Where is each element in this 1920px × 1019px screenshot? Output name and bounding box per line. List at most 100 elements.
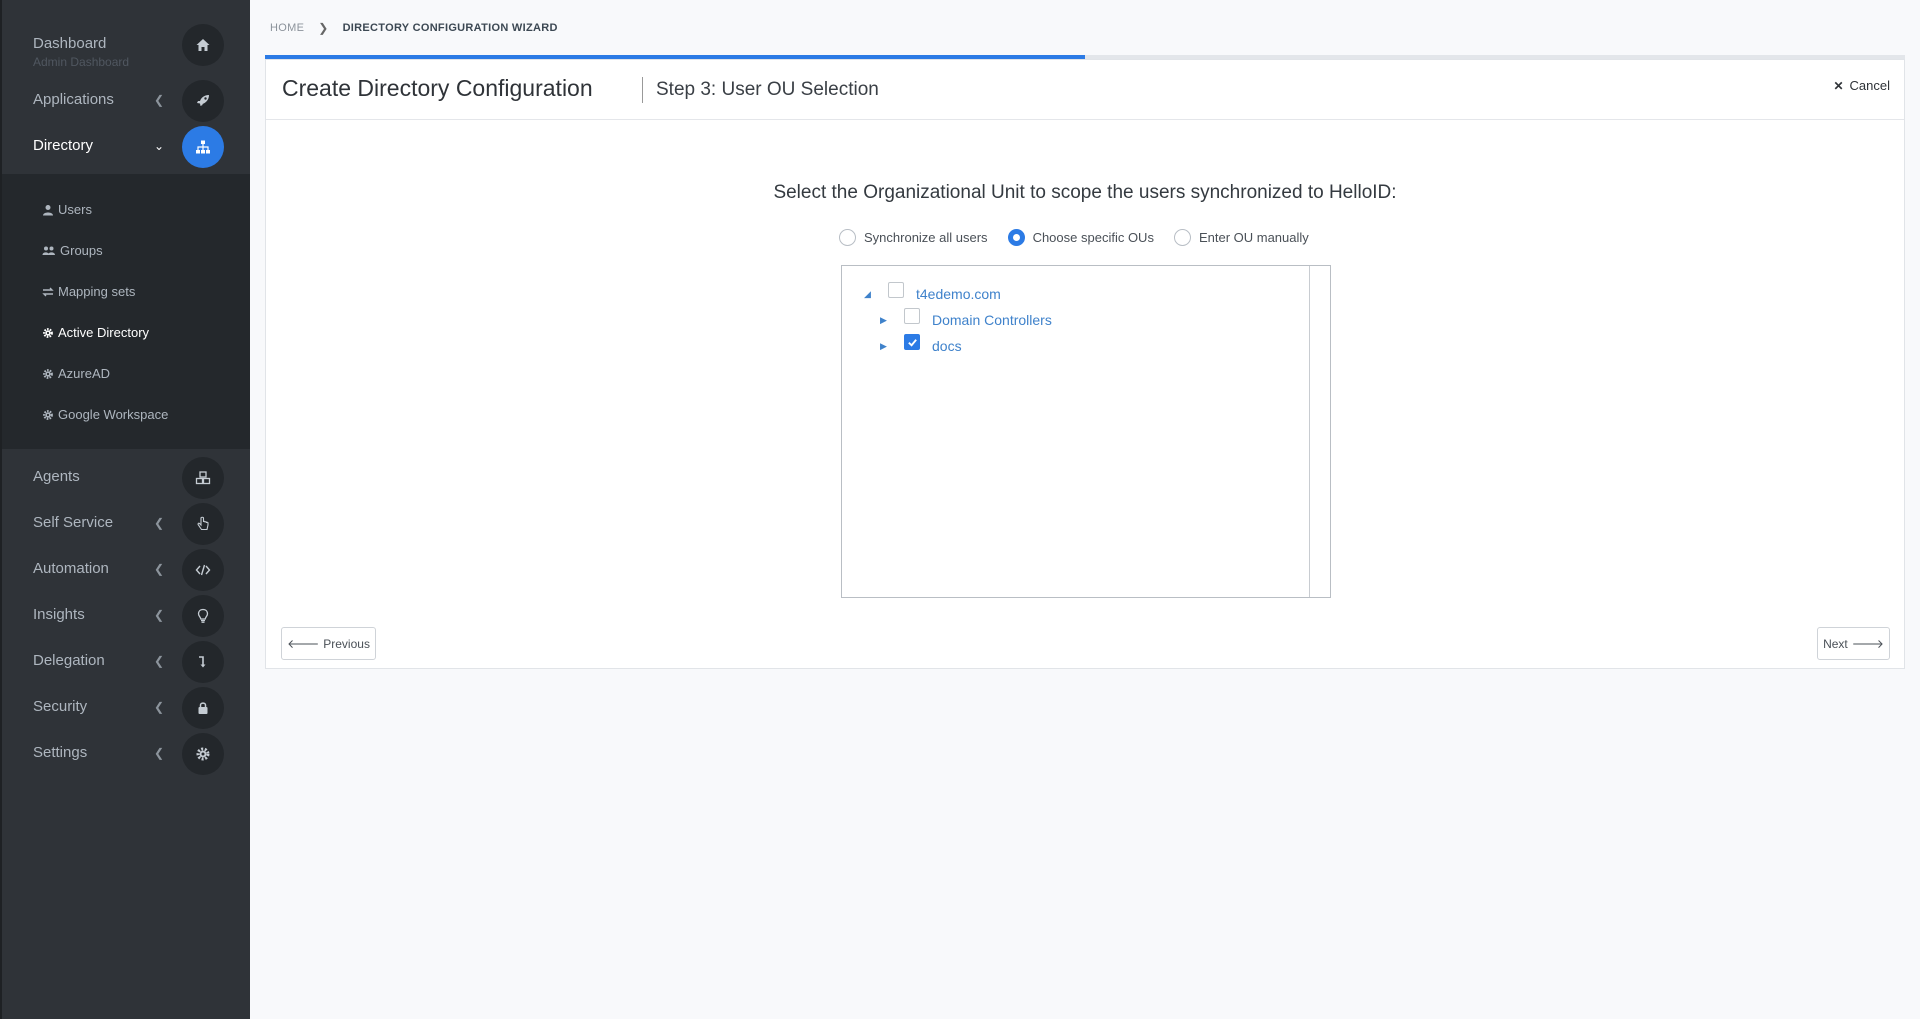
radio-label: Choose specific OUs (1032, 230, 1154, 245)
code-icon[interactable] (182, 549, 224, 591)
tree-checkbox-checked[interactable] (904, 334, 920, 350)
cancel-button[interactable]: ✕ Cancel (1833, 78, 1890, 93)
wizard-header: Create Directory Configuration Step 3: U… (266, 60, 1904, 120)
gear-icon (43, 327, 53, 338)
users-icon (42, 246, 55, 255)
gear-icon[interactable] (182, 733, 224, 775)
nav-dashboard[interactable]: Dashboard Admin Dashboard (2, 22, 250, 69)
breadcrumb-home[interactable]: HOME (270, 22, 304, 34)
sidebar-item-google-workspace[interactable]: Google Workspace (42, 407, 168, 422)
tree-expand-icon[interactable]: ▶ (880, 315, 890, 326)
ou-tree[interactable]: ◢ t4edemo.com ▶ Domain Controllers ▶ doc… (841, 265, 1331, 598)
nav-settings-label: Settings (33, 744, 88, 761)
breadcrumb: HOME ❯ DIRECTORY CONFIGURATION WIZARD (270, 21, 558, 35)
chevron-down-icon: ⌄ (153, 139, 165, 153)
step-subtitle: Step 3: User OU Selection (656, 79, 879, 100)
radio-synchronize-all-users[interactable]: Synchronize all users (839, 229, 988, 246)
title-divider (642, 77, 643, 103)
radio-circle[interactable] (1173, 229, 1191, 246)
radio-enter-ou-manually[interactable]: Enter OU manually (1173, 229, 1309, 246)
sidebar-item-mapping-sets[interactable]: Mapping sets (42, 284, 135, 299)
nav-self-service[interactable]: Self Service ❮ (2, 501, 250, 547)
tree-checkbox[interactable] (904, 308, 920, 324)
sidebar-item-users[interactable]: Users (42, 202, 92, 217)
gear-icon (43, 409, 53, 420)
nav-automation[interactable]: Automation ❮ (2, 547, 250, 593)
nav-directory[interactable]: Directory ⌄ (2, 124, 250, 170)
home-icon[interactable] (182, 24, 224, 66)
chevron-left-icon: ❮ (153, 608, 165, 622)
nav-self-service-label: Self Service (33, 514, 114, 531)
nav-settings[interactable]: Settings ❮ (2, 731, 250, 777)
level-down-icon[interactable] (182, 641, 224, 683)
nav-dashboard-label: Dashboard (33, 35, 107, 52)
nav-insights[interactable]: Insights ❮ (2, 593, 250, 639)
lightbulb-icon[interactable] (182, 595, 224, 637)
tree-node-t4edemo-com: ◢ t4edemo.com (864, 282, 1001, 302)
chevron-left-icon: ❮ (153, 700, 165, 714)
chevron-left-icon: ❮ (153, 516, 165, 530)
gear-icon (43, 368, 53, 379)
sidebar-item-google-workspace-label: Google Workspace (58, 407, 169, 422)
next-label: Next (1823, 636, 1848, 651)
sidebar-item-mapping-sets-label: Mapping sets (58, 284, 136, 299)
page-title: Create Directory Configuration (282, 75, 593, 101)
close-icon: ✕ (1833, 78, 1844, 93)
sidebar-item-azuread-label: AzureAD (58, 366, 111, 381)
tree-node-docs: ▶ docs (880, 334, 962, 354)
rocket-icon[interactable] (182, 80, 224, 122)
sidebar-item-azuread[interactable]: AzureAD (42, 366, 110, 381)
arrow-left-icon: 🡐 (287, 637, 320, 651)
sidebar-item-groups-label: Groups (60, 243, 103, 258)
sidebar-item-groups[interactable]: Groups (42, 243, 103, 258)
tree-node-label[interactable]: Domain Controllers (932, 312, 1052, 328)
nav-agents-label: Agents (33, 468, 80, 485)
sidebar-item-active-directory-label: Active Directory (58, 325, 150, 340)
hand-pointer-icon[interactable] (182, 503, 224, 545)
tree-expand-icon[interactable]: ▶ (880, 341, 890, 352)
nav-applications[interactable]: Applications ❮ (2, 78, 250, 124)
nav-agents[interactable]: Agents (2, 455, 250, 501)
previous-label: Previous (323, 636, 370, 651)
nav-delegation[interactable]: Delegation ❮ (2, 639, 250, 685)
radio-circle[interactable] (839, 229, 856, 246)
arrow-right-icon: 🡒 (1851, 637, 1884, 651)
nav-delegation-label: Delegation (33, 652, 105, 669)
sidebar-item-active-directory[interactable]: Active Directory (42, 325, 149, 340)
nav-dashboard-sublabel: Admin Dashboard (33, 55, 130, 69)
nav-directory-label: Directory (33, 137, 94, 154)
sidebar: Dashboard Admin Dashboard Applications ❮… (0, 0, 250, 1019)
chevron-left-icon: ❮ (153, 654, 165, 668)
radio-label: Synchronize all users (864, 230, 988, 245)
tree-node-label[interactable]: docs (932, 338, 962, 354)
previous-button[interactable]: 🡐 Previous (281, 627, 376, 660)
ou-prompt: Select the Organizational Unit to scope … (773, 182, 1397, 203)
user-icon (43, 204, 53, 215)
nav-automation-label: Automation (33, 560, 109, 577)
wizard-card: Create Directory Configuration Step 3: U… (265, 59, 1905, 669)
lock-icon[interactable] (182, 687, 224, 729)
radio-label: Enter OU manually (1198, 230, 1309, 245)
nav-security-label: Security (33, 698, 88, 715)
sync-mode-radio-group: Synchronize all users Choose specific OU… (839, 229, 1329, 246)
radio-circle-checked[interactable] (1007, 229, 1025, 246)
ou-tree-content: ◢ t4edemo.com ▶ Domain Controllers ▶ doc… (842, 266, 1310, 597)
directory-submenu: Users Groups Mapping sets Active Directo… (2, 174, 250, 449)
chevron-left-icon: ❮ (153, 93, 165, 107)
sidebar-item-users-label: Users (58, 202, 92, 217)
chevron-right-icon: ❯ (318, 21, 329, 35)
tree-node-domain-controllers: ▶ Domain Controllers (880, 308, 1052, 328)
tree-collapse-icon[interactable]: ◢ (864, 289, 874, 300)
sitemap-icon[interactable] (182, 126, 224, 168)
chevron-left-icon: ❮ (153, 562, 165, 576)
check-icon (907, 338, 917, 347)
nav-insights-label: Insights (33, 606, 85, 623)
tree-checkbox[interactable] (888, 282, 904, 298)
tree-node-label[interactable]: t4edemo.com (916, 286, 1001, 302)
exchange-icon (42, 287, 54, 296)
nav-security[interactable]: Security ❮ (2, 685, 250, 731)
next-button[interactable]: Next 🡒 (1817, 627, 1890, 660)
cubes-icon[interactable] (182, 457, 224, 499)
chevron-left-icon: ❮ (153, 746, 165, 760)
radio-choose-specific-ous[interactable]: Choose specific OUs (1007, 229, 1154, 246)
